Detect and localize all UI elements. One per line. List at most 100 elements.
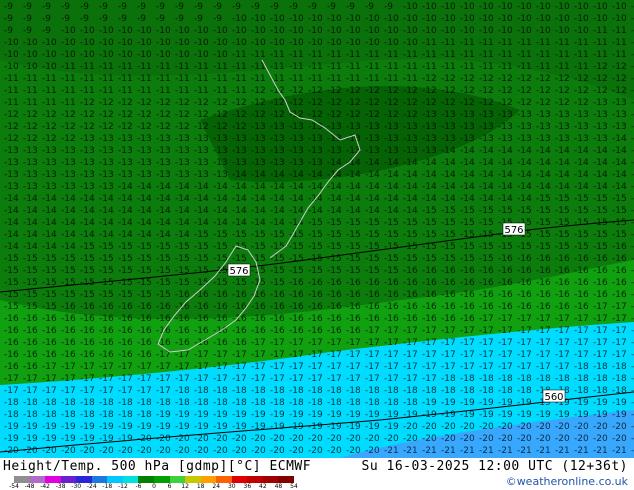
svg-text:-14: -14 xyxy=(593,146,608,156)
svg-text:-18: -18 xyxy=(42,410,57,420)
svg-text:-9: -9 xyxy=(194,14,203,24)
credit-link[interactable]: ©weatheronline.co.uk xyxy=(506,475,628,488)
svg-text:-16: -16 xyxy=(156,314,171,324)
svg-text:-12: -12 xyxy=(137,110,152,120)
svg-text:-17: -17 xyxy=(365,338,380,348)
svg-text:-17: -17 xyxy=(517,326,532,336)
svg-text:-12: -12 xyxy=(574,98,589,108)
svg-text:-17: -17 xyxy=(612,350,627,360)
svg-text:-16: -16 xyxy=(99,350,114,360)
svg-text:-19: -19 xyxy=(175,422,190,432)
svg-text:-18: -18 xyxy=(270,398,285,408)
svg-text:-15: -15 xyxy=(99,278,114,288)
svg-text:-12: -12 xyxy=(99,98,114,108)
svg-text:-15: -15 xyxy=(327,242,342,252)
svg-text:-15: -15 xyxy=(270,266,285,276)
svg-text:-17: -17 xyxy=(232,350,247,360)
legend-swatch xyxy=(231,476,248,483)
svg-text:-16: -16 xyxy=(23,362,38,372)
legend-swatch xyxy=(278,476,295,483)
svg-text:-15: -15 xyxy=(80,242,95,252)
svg-text:-11: -11 xyxy=(327,50,342,60)
svg-text:-14: -14 xyxy=(441,182,456,192)
svg-text:-15: -15 xyxy=(232,254,247,264)
svg-text:-13: -13 xyxy=(289,122,304,132)
svg-text:-17: -17 xyxy=(479,314,494,324)
svg-text:-16: -16 xyxy=(175,326,190,336)
legend-tick-label: 36 xyxy=(243,483,252,490)
svg-text:-18: -18 xyxy=(213,398,228,408)
svg-text:-13: -13 xyxy=(498,134,513,144)
svg-text:-11: -11 xyxy=(232,62,247,72)
svg-text:-12: -12 xyxy=(156,110,171,120)
svg-text:-16: -16 xyxy=(555,302,570,312)
svg-text:-17: -17 xyxy=(365,374,380,384)
svg-text:-17: -17 xyxy=(137,362,152,372)
svg-text:-16: -16 xyxy=(536,290,551,300)
svg-text:-15: -15 xyxy=(137,266,152,276)
svg-text:-19: -19 xyxy=(479,398,494,408)
svg-text:-17: -17 xyxy=(384,362,399,372)
svg-text:-11: -11 xyxy=(536,50,551,60)
svg-text:-11: -11 xyxy=(99,86,114,96)
svg-text:-18: -18 xyxy=(460,374,475,384)
legend-tick-label: 42 xyxy=(259,483,267,490)
svg-text:-19: -19 xyxy=(251,410,266,420)
legend-swatch xyxy=(216,476,233,483)
svg-text:-16: -16 xyxy=(80,350,95,360)
svg-text:-13: -13 xyxy=(422,110,437,120)
svg-text:-14: -14 xyxy=(460,182,475,192)
svg-text:-11: -11 xyxy=(61,98,76,108)
svg-text:-18: -18 xyxy=(384,386,399,396)
svg-text:-13: -13 xyxy=(289,146,304,156)
svg-text:-13: -13 xyxy=(441,122,456,132)
svg-text:-14: -14 xyxy=(42,218,57,228)
legend-swatch xyxy=(262,476,279,483)
svg-text:-19: -19 xyxy=(137,422,152,432)
svg-text:-15: -15 xyxy=(612,218,627,228)
svg-text:-15: -15 xyxy=(194,266,209,276)
svg-text:-17: -17 xyxy=(517,362,532,372)
svg-text:-18: -18 xyxy=(251,398,266,408)
svg-text:-13: -13 xyxy=(80,170,95,180)
svg-text:-12: -12 xyxy=(422,98,437,108)
svg-text:-10: -10 xyxy=(80,50,95,60)
svg-text:-16: -16 xyxy=(441,278,456,288)
svg-text:-10: -10 xyxy=(479,14,494,24)
svg-text:-14: -14 xyxy=(612,170,627,180)
svg-text:-14: -14 xyxy=(137,194,152,204)
svg-text:-13: -13 xyxy=(612,98,627,108)
svg-text:-20: -20 xyxy=(441,434,456,444)
svg-text:-20: -20 xyxy=(251,434,266,444)
svg-text:-11: -11 xyxy=(213,62,228,72)
svg-text:-19: -19 xyxy=(536,410,551,420)
svg-text:-18: -18 xyxy=(99,410,114,420)
svg-text:-19: -19 xyxy=(156,410,171,420)
svg-text:-17: -17 xyxy=(289,362,304,372)
svg-text:-10: -10 xyxy=(137,26,152,36)
svg-text:-13: -13 xyxy=(346,146,361,156)
svg-text:-11: -11 xyxy=(574,38,589,48)
svg-text:-17: -17 xyxy=(61,386,76,396)
svg-text:-15: -15 xyxy=(251,230,266,240)
svg-text:-13: -13 xyxy=(289,158,304,168)
svg-text:-14: -14 xyxy=(118,218,133,228)
svg-text:-11: -11 xyxy=(555,62,570,72)
svg-text:-10: -10 xyxy=(555,2,570,12)
svg-text:-16: -16 xyxy=(593,290,608,300)
svg-text:-10: -10 xyxy=(194,26,209,36)
svg-text:-19: -19 xyxy=(441,410,456,420)
svg-text:-13: -13 xyxy=(403,122,418,132)
svg-text:-17: -17 xyxy=(574,314,589,324)
svg-text:-13: -13 xyxy=(270,122,285,132)
svg-text:-18: -18 xyxy=(137,398,152,408)
svg-text:-15: -15 xyxy=(479,242,494,252)
svg-text:-16: -16 xyxy=(555,266,570,276)
svg-text:-13: -13 xyxy=(213,158,228,168)
svg-text:-14: -14 xyxy=(365,206,380,216)
svg-text:-15: -15 xyxy=(308,266,323,276)
svg-text:-14: -14 xyxy=(555,170,570,180)
svg-text:-16: -16 xyxy=(213,338,228,348)
svg-text:-16: -16 xyxy=(175,314,190,324)
svg-text:-12: -12 xyxy=(118,98,133,108)
